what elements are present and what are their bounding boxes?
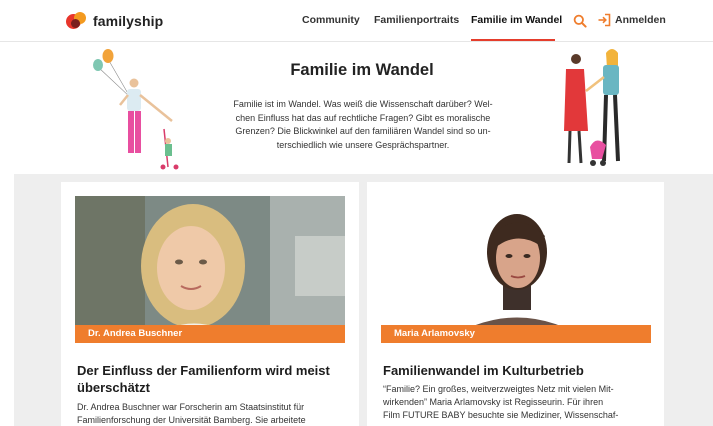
logo-text: familyship <box>93 13 164 29</box>
father-with-balloons-illustration <box>93 49 179 170</box>
article-title[interactable]: Der Einfluss der Familienform wird meist… <box>77 362 347 396</box>
nav-community[interactable]: Community <box>302 14 360 26</box>
hero-intro-line: chen Einfluss hat das auf rechtliche Fra… <box>235 112 491 123</box>
portrait-photo[interactable]: Maria Arlamovsky <box>381 196 651 343</box>
nav-familie-im-wandel[interactable]: Familie im Wandel <box>471 14 562 26</box>
article-card[interactable]: Dr. Andrea Buschner Der Einfluss der Fam… <box>61 182 359 426</box>
article-title[interactable]: Familienwandel im Kulturbetrieb <box>383 362 653 379</box>
article-excerpt-line: Film FUTURE BABY besuchte sie Mediziner,… <box>383 410 619 420</box>
article-excerpt-line: wirkenden” Maria Arlamovsky ist Regisseu… <box>383 397 604 407</box>
familyship-logo[interactable]: familyship <box>66 10 163 32</box>
article-title-line: überschätzt <box>77 380 150 395</box>
hero-intro-line: terschiedlich wie unsere Gesprächspartne… <box>276 139 450 150</box>
article-excerpt: “Familie? Ein großes, weitverzweigtes Ne… <box>383 383 653 422</box>
article-title-line: Der Einfluss der Familienform wird meist <box>77 363 330 378</box>
article-title-line: Familienwandel im Kulturbetrieb <box>383 363 584 378</box>
hero-intro-line: Grenzen? Die Blickwinkel auf den familiä… <box>235 126 491 136</box>
article-excerpt-line: “Familie? Ein großes, weitverzweigtes Ne… <box>383 384 614 394</box>
login-link[interactable]: Anmelden <box>615 14 666 26</box>
article-card[interactable]: Maria Arlamovsky Familienwandel im Kultu… <box>367 182 664 426</box>
person-name-label: Maria Arlamovsky <box>381 325 651 343</box>
article-excerpt-line: Familienforschung der Universität Bamber… <box>77 415 306 425</box>
logo-mark-icon <box>66 11 88 31</box>
portrait-maria-arlamovsky-image <box>381 196 651 343</box>
person-name: Maria Arlamovsky <box>394 328 475 339</box>
hero-intro-line: Familie ist im Wandel. Was weiß die Wiss… <box>233 99 493 109</box>
portrait-photo[interactable]: Dr. Andrea Buschner <box>75 196 345 343</box>
portrait-andrea-buschner-image <box>75 196 345 343</box>
active-nav-underline <box>471 39 555 41</box>
hero-title: Familie im Wandel <box>290 61 434 79</box>
login-icon[interactable] <box>597 13 611 27</box>
person-name: Dr. Andrea Buschner <box>88 328 183 339</box>
site-header: familyship Community Familienportraits F… <box>0 0 713 42</box>
person-name-label: Dr. Andrea Buschner <box>75 325 345 343</box>
hero-intro: Familie ist im Wandel. Was weiß die Wiss… <box>212 98 514 152</box>
two-mothers-with-stroller-illustration <box>564 49 620 166</box>
article-excerpt: Dr. Andrea Buschner war Forscherin am St… <box>77 401 347 426</box>
nav-familienportraits[interactable]: Familienportraits <box>374 14 459 26</box>
article-excerpt-line: Dr. Andrea Buschner war Forscherin am St… <box>77 402 305 412</box>
hero-section: Familie im Wandel Familie ist im Wandel.… <box>0 43 713 174</box>
search-icon[interactable] <box>573 14 587 28</box>
